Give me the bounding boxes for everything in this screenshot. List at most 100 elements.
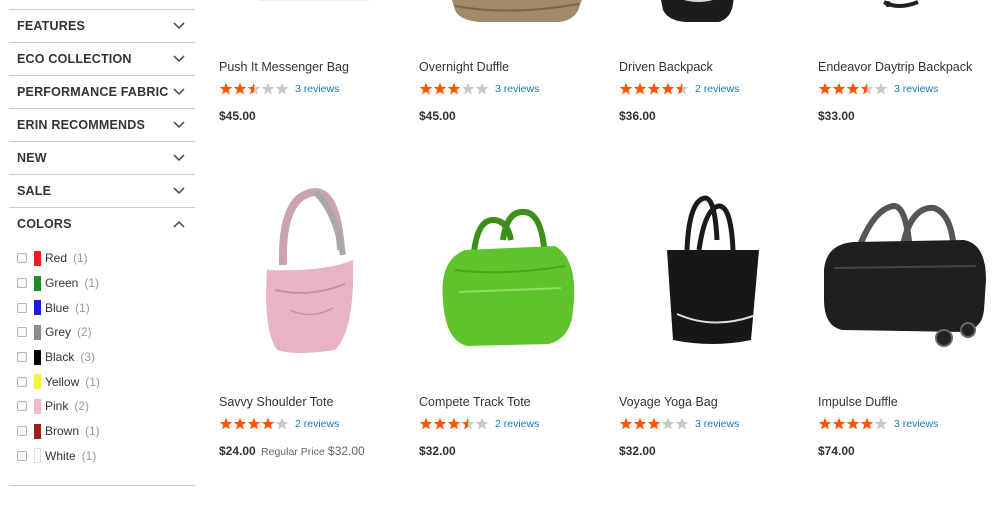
product-price: $32.00 xyxy=(419,444,456,458)
color-count: (2) xyxy=(74,399,90,414)
star-icon xyxy=(860,82,874,95)
color-option-blue[interactable]: Blue (1) xyxy=(9,295,195,320)
color-name: Black xyxy=(45,350,75,365)
color-option-red[interactable]: Red (1) xyxy=(9,246,195,271)
product-image-black-tote[interactable] xyxy=(615,180,800,380)
color-swatch xyxy=(34,349,41,365)
color-option-white[interactable]: White (1) xyxy=(9,444,195,469)
color-option-yellow[interactable]: Yellow (1) xyxy=(9,369,195,394)
regular-price-label: Regular Price xyxy=(261,446,325,458)
reviews-link[interactable]: 2 reviews xyxy=(295,418,339,430)
price-amount: $32.00 xyxy=(419,444,456,458)
price-amount: $36.00 xyxy=(619,109,656,123)
product-image-backpack-strap[interactable] xyxy=(818,0,1000,40)
color-count: (1) xyxy=(73,251,88,266)
regular-price-amount: $32.00 xyxy=(328,444,365,458)
filter-erin-recommends[interactable]: ERIN RECOMMENDS xyxy=(9,108,195,141)
product-price: $32.00 xyxy=(619,444,656,458)
product-image-duffle-tan[interactable] xyxy=(419,0,604,40)
star-icon xyxy=(219,417,233,430)
product-image-pink-tote[interactable] xyxy=(215,180,400,380)
color-count: (3) xyxy=(80,350,96,365)
price-amount: $32.00 xyxy=(619,444,656,458)
star-icon xyxy=(661,82,675,95)
color-count: (1) xyxy=(85,374,100,389)
reviews-link[interactable]: 3 reviews xyxy=(894,83,938,95)
price-amount: $74.00 xyxy=(818,444,855,458)
checkbox[interactable] xyxy=(17,278,27,289)
price-amount: $33.00 xyxy=(818,109,855,123)
color-swatch xyxy=(34,374,41,390)
price-amount: $45.00 xyxy=(419,109,456,123)
product-name-link[interactable]: Compete Track Tote xyxy=(419,395,531,409)
star-icon xyxy=(219,82,233,95)
color-option-pink[interactable]: Pink (2) xyxy=(9,394,195,419)
star-icon xyxy=(647,82,661,95)
reviews-link[interactable]: 3 reviews xyxy=(894,418,938,430)
product-name-link[interactable]: Impulse Duffle xyxy=(818,395,898,409)
product-image-backpack-black[interactable] xyxy=(619,0,804,40)
star-icon xyxy=(675,82,689,95)
star-icon xyxy=(275,417,289,430)
star-icon xyxy=(447,82,461,95)
reviews-link[interactable]: 3 reviews xyxy=(295,83,339,95)
checkbox[interactable] xyxy=(17,401,27,412)
star-icon xyxy=(818,82,832,95)
reviews-link[interactable]: 2 reviews xyxy=(695,83,739,95)
star-icon xyxy=(860,417,874,430)
filter-new[interactable]: NEW xyxy=(9,141,195,174)
chevron-down-icon xyxy=(172,52,186,66)
product-name-link[interactable]: Savvy Shoulder Tote xyxy=(219,395,333,409)
reviews-link[interactable]: 2 reviews xyxy=(495,418,539,430)
checkbox[interactable] xyxy=(17,302,27,313)
filter-features[interactable]: FEATURES xyxy=(9,9,195,42)
product-name-link[interactable]: Push It Messenger Bag xyxy=(219,60,349,74)
rating-stars xyxy=(219,417,289,430)
checkbox[interactable] xyxy=(17,376,27,387)
star-icon xyxy=(647,417,661,430)
reviews-link[interactable]: 3 reviews xyxy=(495,83,539,95)
product-price: $74.00 xyxy=(818,444,855,458)
color-swatch xyxy=(34,398,41,414)
color-count: (1) xyxy=(81,448,97,463)
product-image-green-tote[interactable] xyxy=(415,180,600,380)
product-image-messenger-bag[interactable] xyxy=(219,0,404,40)
rating-summary: 3 reviews xyxy=(818,417,938,430)
star-icon xyxy=(633,417,647,430)
product-image-black-duffle[interactable] xyxy=(814,180,999,380)
checkbox[interactable] xyxy=(17,327,27,338)
checkbox[interactable] xyxy=(17,450,27,461)
star-icon xyxy=(846,82,860,95)
rating-stars xyxy=(818,417,888,430)
checkbox[interactable] xyxy=(17,426,27,437)
filter-performance-fabric[interactable]: PERFORMANCE FABRIC xyxy=(9,75,195,108)
color-name: Blue xyxy=(45,300,70,315)
filter-eco-collection[interactable]: ECO COLLECTION xyxy=(9,42,195,75)
rating-summary: 2 reviews xyxy=(619,82,739,95)
color-option-black[interactable]: Black (3) xyxy=(9,345,195,370)
checkbox[interactable] xyxy=(17,352,27,363)
filter-label: FEATURES xyxy=(17,19,86,33)
checkbox[interactable] xyxy=(17,253,27,264)
color-count: (1) xyxy=(75,300,90,315)
colors-filter-list: Red (1) Green (1) Blue (1) Grey (2) Black (3) Yell… xyxy=(9,240,195,468)
filter-colors[interactable]: COLORS xyxy=(9,207,195,240)
color-name: White xyxy=(45,448,76,463)
filter-sale[interactable]: SALE xyxy=(9,174,195,207)
star-icon xyxy=(619,417,633,430)
star-icon xyxy=(261,82,275,95)
product-name-link[interactable]: Overnight Duffle xyxy=(419,60,509,74)
color-option-grey[interactable]: Grey (2) xyxy=(9,320,195,345)
filter-label: ECO COLLECTION xyxy=(17,52,132,66)
product-name-link[interactable]: Driven Backpack xyxy=(619,60,713,74)
star-icon xyxy=(675,417,689,430)
rating-summary: 2 reviews xyxy=(219,417,339,430)
star-icon xyxy=(233,417,247,430)
product-name-link[interactable]: Voyage Yoga Bag xyxy=(619,395,718,409)
color-option-brown[interactable]: Brown (1) xyxy=(9,419,195,444)
color-swatch xyxy=(34,448,41,464)
product-name-link[interactable]: Endeavor Daytrip Backpack xyxy=(818,60,972,74)
star-icon xyxy=(633,82,647,95)
reviews-link[interactable]: 3 reviews xyxy=(695,418,739,430)
color-option-green[interactable]: Green (1) xyxy=(9,271,195,296)
